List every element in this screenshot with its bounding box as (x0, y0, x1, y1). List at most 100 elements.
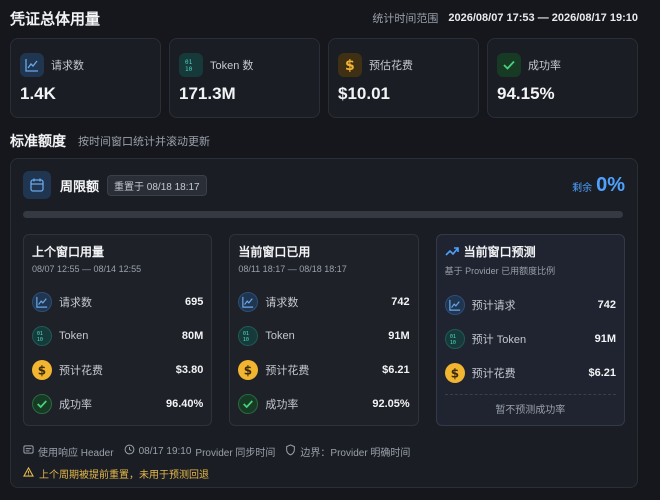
column-title: 上个窗口用量 (32, 245, 105, 259)
metric-value: $6.21 (588, 367, 616, 379)
chart-line-icon (20, 53, 44, 77)
metric-label: 预计 Token (471, 334, 527, 346)
metric-label: 预计花费 (265, 365, 310, 377)
header-source-icon (23, 444, 34, 458)
card-tokens: 01 10 Token 数 171.3M (169, 38, 320, 118)
metric-label: 成功率 (59, 399, 92, 411)
column-subtitle: 基于 Provider 已用额度比例 (444, 266, 556, 276)
quota-footer: 使用响应 Header 08/17 19:10 Provider 同步时间 边界… (23, 443, 420, 459)
metric-row: 01 10 Token 91M (238, 319, 410, 353)
shield-icon (285, 443, 296, 459)
svg-text:$: $ (450, 366, 458, 380)
binary-icon: 01 10 (179, 53, 203, 77)
metric-value: $6.21 (382, 364, 410, 376)
calendar-icon (23, 171, 51, 199)
metric-row: 请求数 695 (32, 285, 203, 319)
svg-text:$: $ (345, 58, 355, 73)
check-icon (238, 394, 259, 414)
svg-text:10: 10 (37, 337, 43, 342)
boundary-text: 边界：Provider 明确时间 (300, 447, 411, 459)
quota-progress-bar (23, 211, 623, 218)
card-success-rate: 成功率 94.15% (487, 38, 638, 118)
source-text: 使用响应 Header (38, 447, 114, 459)
column-header: 当前窗口预测 (445, 243, 616, 260)
svg-text:10: 10 (450, 340, 456, 345)
section-header: 标准额度 按时间窗口统计并滚动更新 (10, 131, 210, 151)
metric-label: 预计花费 (471, 368, 516, 380)
section-subtitle: 按时间窗口统计并滚动更新 (78, 136, 210, 148)
metric-row: $ 预计花费 $6.21 (444, 356, 616, 390)
sync-info: 08/17 19:10 Provider 同步时间 (124, 444, 276, 459)
summary-cards: 请求数 1.4K 01 10 Token 数 171.3M $ 预估花费 $10.… (10, 38, 638, 118)
card-value: 94.15% (497, 84, 555, 103)
usage-header: 凭证总体用量 统计时间范围 2026/08/07 17:53 — 2026/08… (10, 8, 638, 28)
sync-time: 08/17 19:10 (138, 445, 192, 457)
window-columns: 上个窗口用量 08/07 12:55 — 08/14 12:55 请求数 695… (23, 234, 625, 426)
binary-icon: 01 10 (238, 326, 259, 346)
page-title: 凭证总体用量 (10, 10, 101, 28)
trend-up-icon (445, 245, 459, 259)
metric-value: 742 (391, 296, 410, 308)
metric-value: 91M (388, 330, 410, 342)
card-value: 1.4K (20, 84, 56, 103)
time-range: 统计时间范围 2026/08/07 17:53 — 2026/08/17 19:… (372, 10, 638, 26)
check-icon (497, 53, 521, 77)
column-subtitle: 08/11 18:17 — 08/18 18:17 (238, 264, 347, 274)
metric-value: 80M (181, 330, 204, 342)
metric-label: 预计请求 (471, 300, 516, 312)
source-info: 使用响应 Header (23, 444, 114, 459)
remaining-value: 0% (596, 173, 625, 196)
metric-label: 请求数 (265, 297, 299, 309)
metric-label: 请求数 (59, 297, 92, 309)
metric-value: 742 (597, 299, 616, 311)
reset-badge: 重置于 08/18 18:17 (107, 174, 207, 196)
metric-row: 01 10 预计 Token 91M (444, 322, 616, 356)
metric-value: 92.05% (372, 398, 410, 410)
card-label: 预估花费 (369, 60, 413, 72)
chart-line-icon (444, 295, 465, 315)
chart-line-icon (238, 292, 259, 312)
svg-text:10: 10 (185, 66, 193, 72)
forecast-note: 暂不预测成功率 (444, 394, 616, 416)
time-range-value: 2026/08/07 17:53 — 2026/08/17 19:10 (448, 12, 638, 24)
metric-row: 请求数 742 (238, 285, 410, 319)
check-icon (32, 394, 52, 414)
binary-icon: 01 10 (32, 326, 52, 346)
binary-icon: 01 10 (444, 329, 465, 349)
metric-value: 96.40% (166, 398, 204, 410)
current-window-card: 当前窗口已用 08/11 18:17 — 08/18 18:17 请求数 742… (229, 234, 419, 426)
remaining: 剩余 0% (572, 174, 625, 197)
card-value: $10.01 (338, 84, 390, 103)
weekly-quota-panel: 周限额 重置于 08/18 18:17 剩余 0% 上个窗口用量 08/07 1… (10, 158, 638, 488)
quota-progress-fill (23, 211, 623, 218)
dollar-icon: $ (238, 360, 259, 380)
svg-text:$: $ (244, 363, 252, 377)
metric-value: 695 (184, 296, 204, 308)
sync-label: Provider 同步时间 (195, 447, 276, 459)
svg-text:10: 10 (243, 337, 249, 342)
quota-header: 周限额 重置于 08/18 18:17 剩余 0% (23, 171, 625, 199)
boundary-info: 边界：Provider 明确时间 (285, 443, 411, 459)
metric-row: 01 10 Token 80M (32, 319, 203, 353)
column-title: 当前窗口预测 (463, 245, 536, 259)
metric-label: Token (265, 330, 295, 342)
previous-window-card: 上个窗口用量 08/07 12:55 — 08/14 12:55 请求数 695… (23, 234, 213, 426)
forecast-window-card: 当前窗口预测 基于 Provider 已用额度比例 预计请求 742 01 10 … (435, 234, 625, 426)
dollar-icon: $ (32, 360, 52, 380)
remaining-label: 剩余 (572, 182, 593, 194)
metric-row: 预计请求 742 (444, 288, 616, 322)
metric-value: $3.80 (175, 364, 204, 376)
card-value: 171.3M (179, 84, 236, 103)
metric-row: 成功率 96.40% (32, 387, 203, 421)
svg-text:01: 01 (243, 331, 249, 337)
metric-label: Token (59, 330, 89, 342)
card-label: 请求数 (51, 60, 84, 72)
svg-text:01: 01 (185, 59, 193, 66)
warning-icon (23, 466, 34, 480)
reset-warning: 上个周期被提前重置，未用于预测回退 (23, 466, 209, 481)
quota-name: 周限额 (60, 178, 100, 194)
column-title: 当前窗口已用 (238, 245, 311, 259)
warning-text: 上个周期被提前重置，未用于预测回退 (39, 469, 209, 481)
clock-icon (124, 444, 135, 458)
metric-row: $ 预计花费 $3.80 (32, 353, 203, 387)
